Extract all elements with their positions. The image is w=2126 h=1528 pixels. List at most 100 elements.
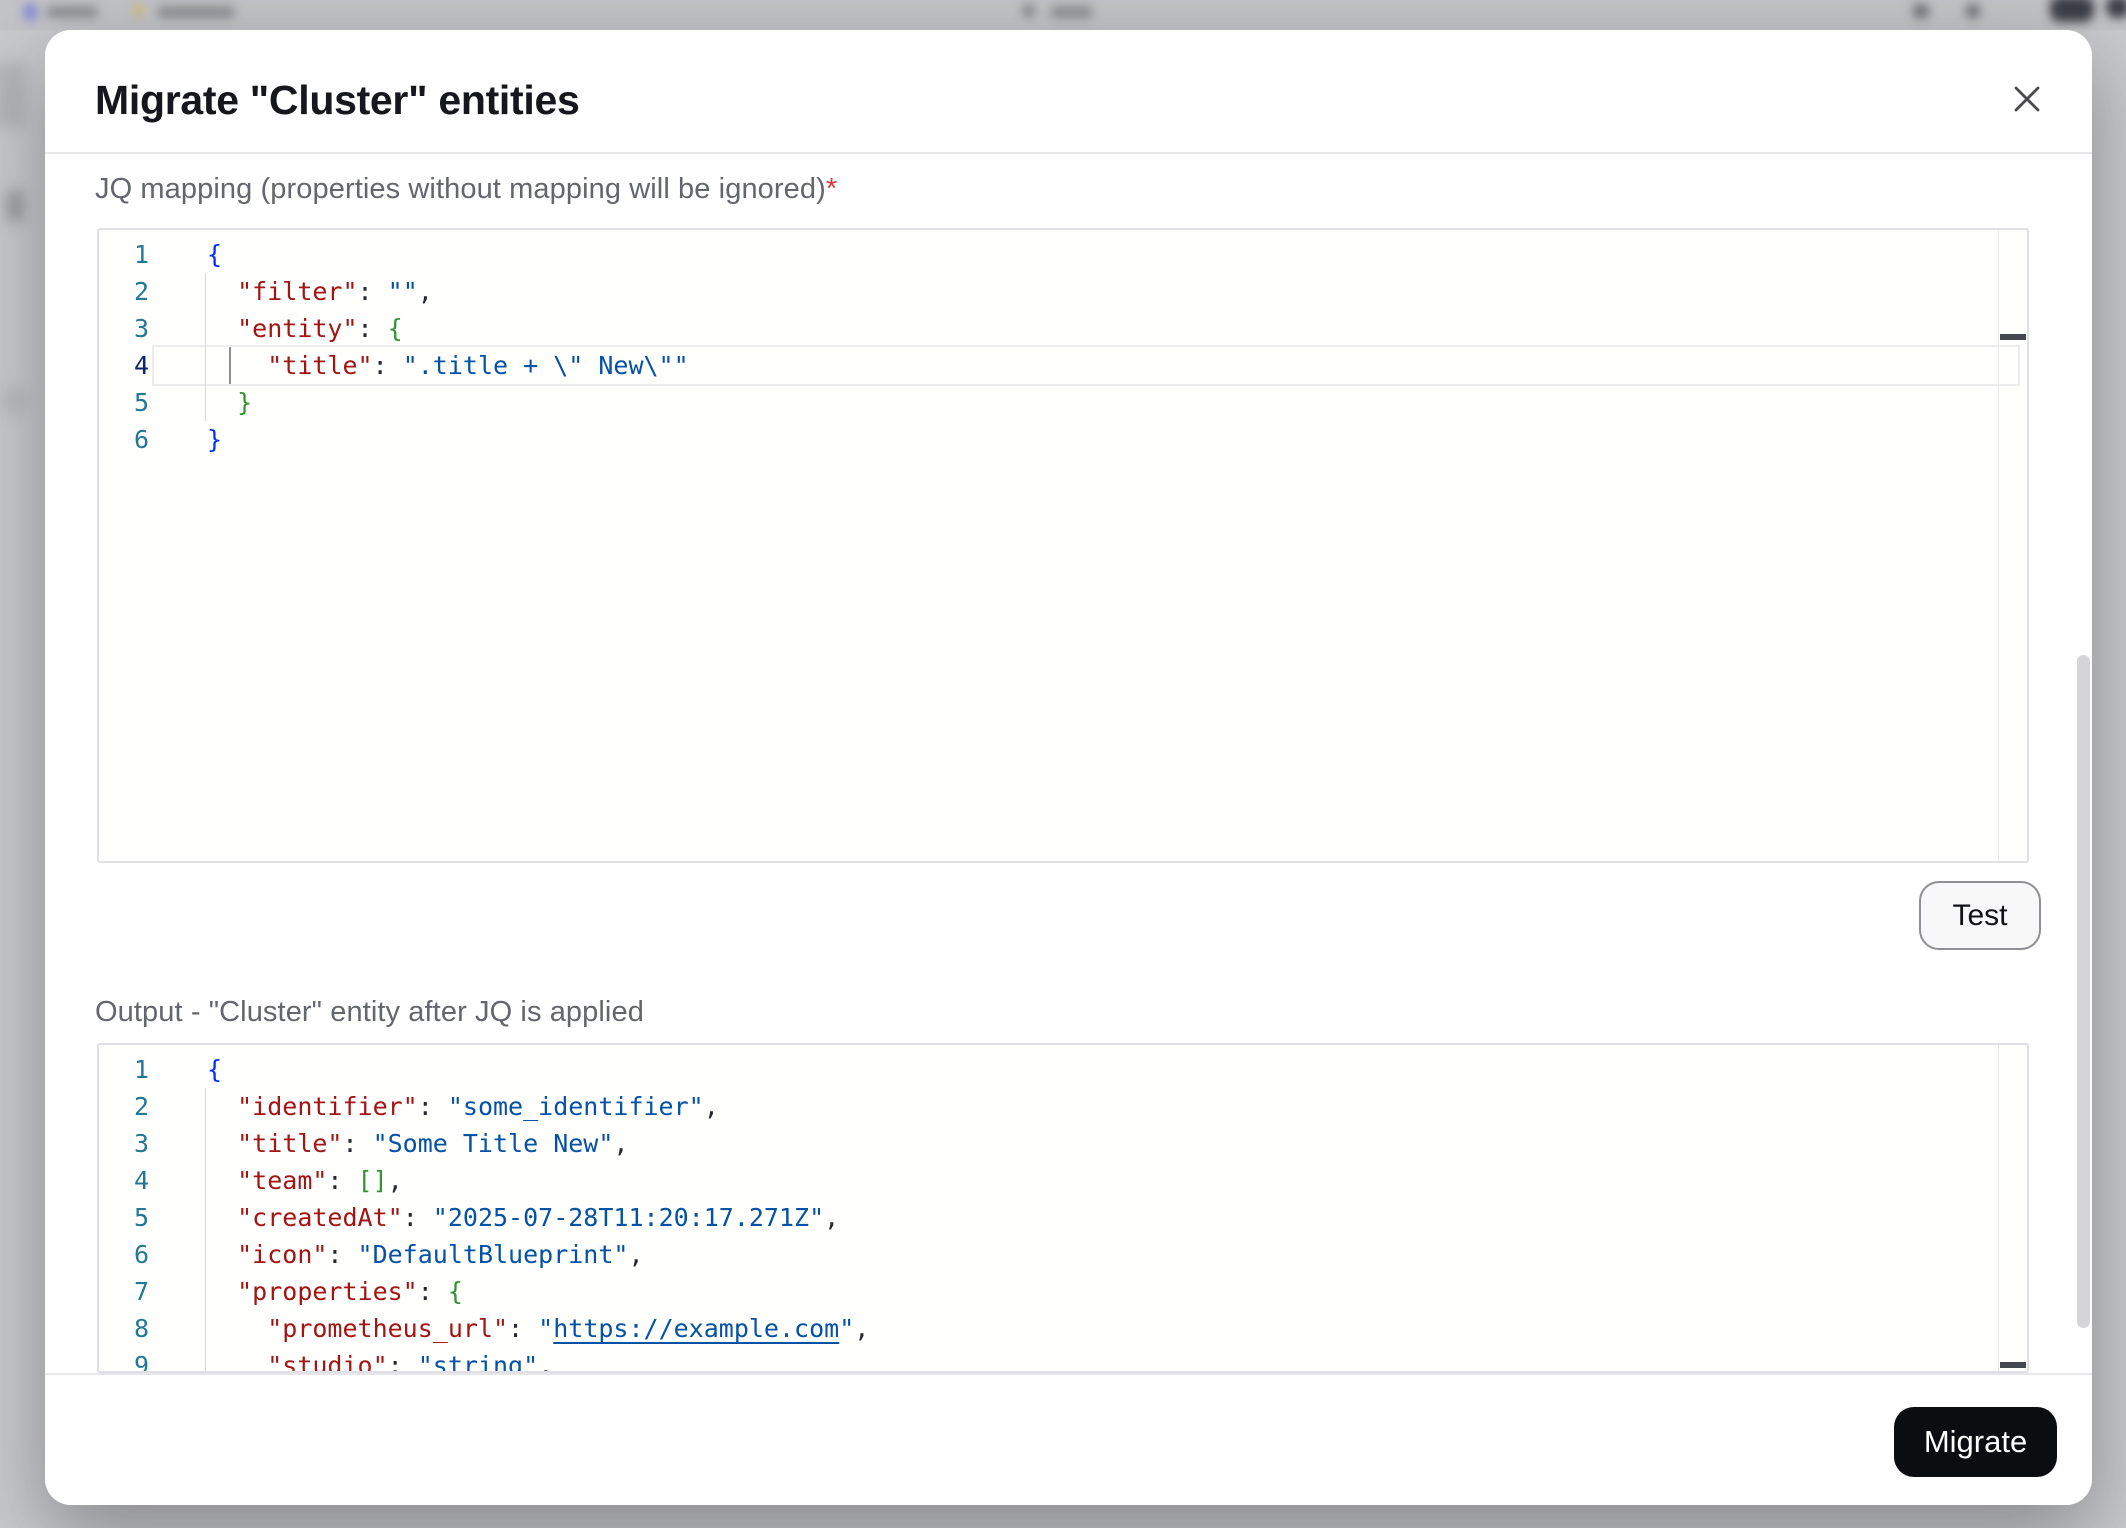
code-line[interactable]: 1{	[99, 1051, 2027, 1088]
active-indent-guide	[229, 347, 231, 384]
code-line[interactable]: 1{	[99, 236, 2027, 273]
code-line[interactable]: 2 "filter": "",	[99, 273, 2027, 310]
code-token: :	[418, 1277, 448, 1306]
code-token: ,	[628, 1240, 643, 1269]
code-line[interactable]: 6}	[99, 421, 2027, 458]
jq-mapping-label: JQ mapping (properties without mapping w…	[95, 173, 837, 206]
code-token: "studio"	[267, 1351, 387, 1373]
indent-guide	[205, 273, 206, 421]
code-text: "createdAt": "2025-07-28T11:20:17.271Z",	[187, 1199, 839, 1236]
code-text: {	[187, 236, 222, 273]
sidebar-blob-2	[6, 190, 24, 222]
code-text: "title": "Some Title New",	[187, 1125, 628, 1162]
code-token: ,	[824, 1203, 839, 1232]
code-token: ,	[613, 1129, 628, 1158]
code-line[interactable]: 4 "team": [],	[99, 1162, 2027, 1199]
code-token: "icon"	[237, 1240, 327, 1269]
code-line[interactable]: 5 "createdAt": "2025-07-28T11:20:17.271Z…	[99, 1199, 2027, 1236]
code-token: "properties"	[237, 1277, 418, 1306]
code-token: ""	[388, 277, 418, 306]
line-number: 6	[99, 421, 187, 458]
line-number: 8	[99, 1310, 187, 1347]
code-token	[207, 1166, 237, 1195]
code-line[interactable]: 2 "identifier": "some_identifier",	[99, 1088, 2027, 1125]
screen: Migrate "Cluster" entities JQ mapping (p…	[0, 0, 2126, 1528]
code-text: "team": [],	[187, 1162, 403, 1199]
code-token: "2025-07-28T11:20:17.271Z"	[433, 1203, 824, 1232]
code-token: {	[207, 240, 222, 269]
code-line[interactable]: 9 "studio": "string",	[99, 1347, 2027, 1373]
code-line[interactable]: 3 "title": "Some Title New",	[99, 1125, 2027, 1162]
code-token: :	[327, 1166, 357, 1195]
overview-ruler-border	[1998, 230, 1999, 861]
code-token: {	[388, 314, 403, 343]
line-number: 5	[99, 384, 187, 421]
code-token: "identifier"	[237, 1092, 418, 1121]
code-text: }	[187, 421, 222, 458]
test-button[interactable]: Test	[1919, 881, 2041, 950]
code-token: "some_identifier"	[448, 1092, 704, 1121]
line-number: 6	[99, 1236, 187, 1273]
line-number: 1	[99, 236, 187, 273]
code-token: ,	[388, 1166, 403, 1195]
line-number: 4	[99, 1162, 187, 1199]
code-token	[207, 1351, 267, 1373]
code-token: :	[418, 1092, 448, 1121]
code-token	[207, 1240, 237, 1269]
code-token: "entity"	[237, 314, 357, 343]
code-token: ,	[418, 277, 433, 306]
code-token: https://example.com	[553, 1314, 839, 1343]
overview-ruler-cursor-mark	[2000, 1362, 2026, 1368]
code-token: ,	[538, 1351, 553, 1373]
sidebar-blob-1	[0, 62, 26, 128]
code-token	[207, 388, 237, 417]
code-line[interactable]: 8 "prometheus_url": "https://example.com…	[99, 1310, 2027, 1347]
migrate-button[interactable]: Migrate	[1894, 1407, 2057, 1477]
header-divider	[45, 152, 2092, 154]
code-token	[207, 277, 237, 306]
line-number: 3	[99, 1125, 187, 1162]
code-token: :	[358, 277, 388, 306]
code-line[interactable]: 7 "properties": {	[99, 1273, 2027, 1310]
migrate-entities-dialog: Migrate "Cluster" entities JQ mapping (p…	[45, 30, 2092, 1505]
code-token: ,	[704, 1092, 719, 1121]
jq-mapping-label-text: JQ mapping (properties without mapping w…	[95, 173, 826, 205]
output-code-area: 1{2 "identifier": "some_identifier",3 "t…	[99, 1051, 2027, 1373]
code-token: "string"	[418, 1351, 538, 1373]
modal-scrollbar-thumb[interactable]	[2077, 655, 2090, 1328]
code-text: "prometheus_url": "https://example.com",	[187, 1310, 869, 1347]
code-token: :	[508, 1314, 538, 1343]
overview-ruler-cursor-mark	[2000, 334, 2026, 340]
code-token: }	[207, 425, 222, 454]
line-number: 5	[99, 1199, 187, 1236]
code-line[interactable]: 3 "entity": {	[99, 310, 2027, 347]
code-token	[207, 1092, 237, 1121]
jq-mapping-editor[interactable]: 1{2 "filter": "",3 "entity": {4 "title":…	[97, 228, 2029, 863]
code-line[interactable]: 5 }	[99, 384, 2027, 421]
code-token	[207, 1277, 237, 1306]
code-token: "prometheus_url"	[267, 1314, 508, 1343]
code-token: {	[207, 1055, 222, 1084]
code-token	[207, 1129, 237, 1158]
code-token: "filter"	[237, 277, 357, 306]
code-token: :	[342, 1129, 372, 1158]
code-token	[207, 1314, 267, 1343]
code-token	[207, 1203, 237, 1232]
code-line[interactable]: 6 "icon": "DefaultBlueprint",	[99, 1236, 2027, 1273]
code-token: :	[388, 1351, 418, 1373]
dialog-header: Migrate "Cluster" entities	[45, 30, 2092, 152]
code-text: "identifier": "some_identifier",	[187, 1088, 719, 1125]
line-number: 9	[99, 1347, 187, 1373]
code-token: "	[538, 1314, 553, 1343]
dialog-title: Migrate "Cluster" entities	[95, 77, 579, 124]
code-text: "properties": {	[187, 1273, 463, 1310]
dialog-footer: Migrate	[45, 1375, 2092, 1505]
close-button[interactable]	[2000, 72, 2054, 126]
overview-ruler-border	[1998, 1045, 1999, 1371]
code-token: "createdAt"	[237, 1203, 403, 1232]
output-editor[interactable]: 1{2 "identifier": "some_identifier",3 "t…	[97, 1043, 2029, 1373]
code-token: "Some Title New"	[373, 1129, 614, 1158]
code-token: }	[237, 388, 252, 417]
close-icon	[2012, 84, 2042, 114]
output-label: Output - "Cluster" entity after JQ is ap…	[95, 996, 644, 1029]
